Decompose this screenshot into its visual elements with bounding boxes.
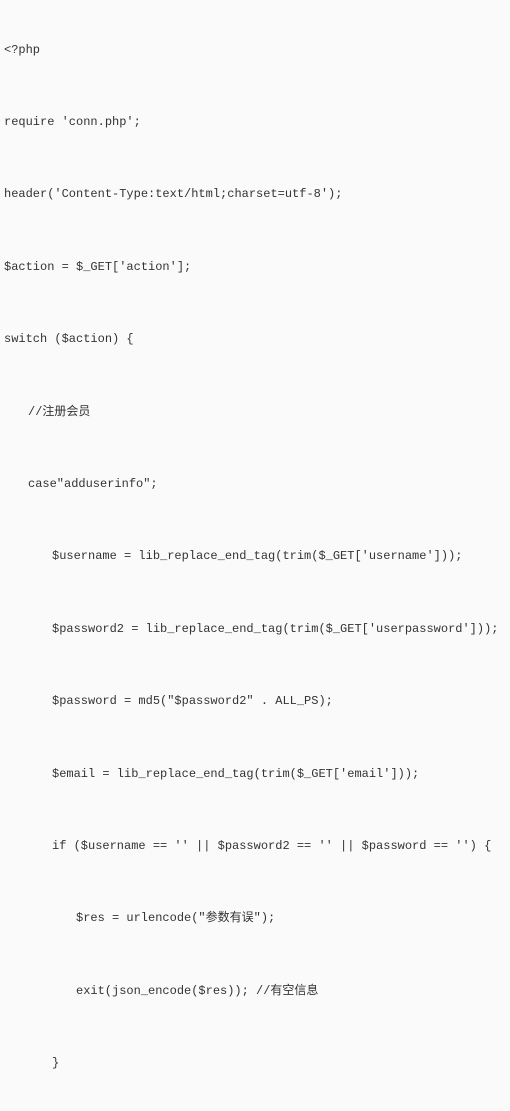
code-line: case"adduserinfo"; (4, 476, 506, 493)
code-line: //注册会员 (4, 404, 506, 421)
code-line: require 'conn.php'; (4, 114, 506, 131)
code-line: $username = lib_replace_end_tag(trim($_G… (4, 548, 506, 565)
code-line: header('Content-Type:text/html;charset=u… (4, 186, 506, 203)
code-line: exit(json_encode($res)); //有空信息 (4, 983, 506, 1000)
code-line: $res = urlencode("参数有误"); (4, 910, 506, 927)
code-line: $email = lib_replace_end_tag(trim($_GET[… (4, 766, 506, 783)
code-block: <?php require 'conn.php'; header('Conten… (4, 8, 506, 1111)
code-line: if ($username == '' || $password2 == '' … (4, 838, 506, 855)
code-line: $password = md5("$password2" . ALL_PS); (4, 693, 506, 710)
code-line: switch ($action) { (4, 331, 506, 348)
code-line: } (4, 1055, 506, 1072)
code-line: <?php (4, 42, 506, 59)
code-line: $password2 = lib_replace_end_tag(trim($_… (4, 621, 506, 638)
code-line: $action = $_GET['action']; (4, 259, 506, 276)
